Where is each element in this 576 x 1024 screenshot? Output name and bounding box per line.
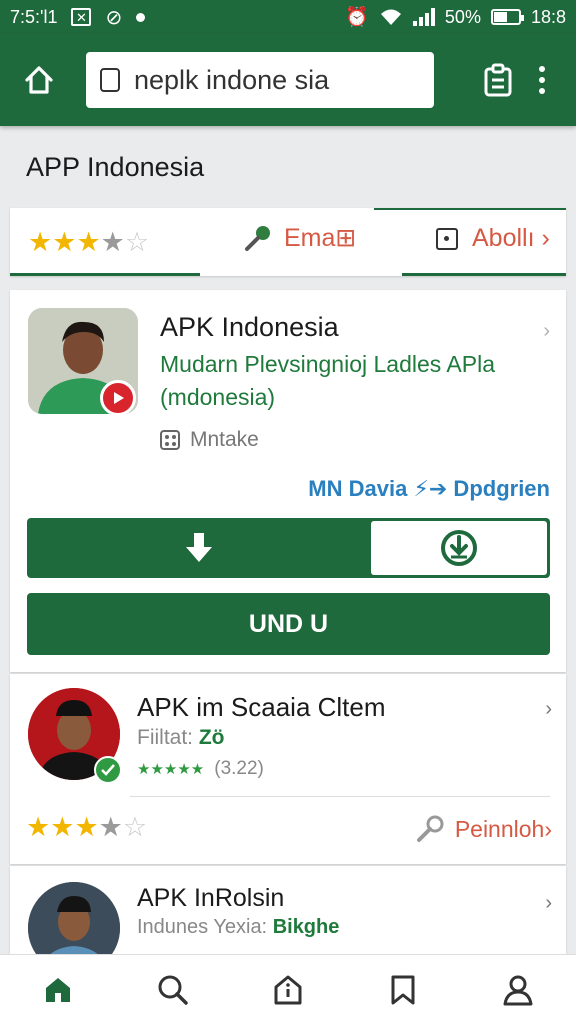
clipboard-icon: [484, 63, 512, 97]
home-button[interactable]: [14, 55, 64, 105]
search-square-icon: [100, 68, 120, 92]
bookmark-icon: [391, 975, 415, 1004]
app-meta-label: Mntake: [190, 428, 259, 451]
rating-stars[interactable]: ★ ★ ★ ★ ☆: [26, 814, 147, 841]
app-bar: [0, 34, 576, 126]
download-circle-icon: [441, 530, 477, 566]
rating-count: (3.22): [214, 758, 264, 779]
alarm-icon: ⏰: [345, 7, 369, 28]
dice-icon: [160, 430, 180, 450]
mini-stars-icon: ★★★★★: [137, 761, 205, 778]
square-dot-icon: [436, 227, 458, 250]
filter-row: ★ ★ ★ ★ ☆ Ema⊞ Abollı ›: [10, 208, 566, 276]
app-subtitle-label: Indunes Yexia:: [137, 916, 268, 938]
search-bar[interactable]: [86, 52, 434, 108]
email-filter[interactable]: Ema⊞: [242, 222, 356, 254]
chevron-right-icon[interactable]: ›: [545, 698, 552, 721]
nav-search[interactable]: [143, 960, 203, 1020]
app-subtitle-label: Fiiltat:: [137, 726, 194, 749]
star-icon: ★: [74, 812, 99, 842]
primary-action-button[interactable]: UND U: [27, 593, 550, 655]
rating-filter[interactable]: ★ ★ ★ ★ ☆: [28, 226, 150, 257]
home-icon: [25, 66, 53, 94]
star-empty-icon: ☆: [122, 812, 148, 842]
status-bar: 7:5:'l1 ✕ ⊘ ⏰ 50% 18:8: [0, 0, 576, 34]
about-filter-label: Abollı ›: [472, 224, 550, 252]
app-card-featured[interactable]: APK Indonesia › Mudarn Plevsingnioj Ladl…: [10, 290, 566, 672]
app-card[interactable]: APK InRolsin › Indunes Yexia: Bikghe: [10, 866, 566, 954]
app-meta: Mntake: [160, 428, 259, 452]
app-title: APK InRolsin: [137, 884, 285, 912]
app-rating: ★★★★★ (3.22): [137, 758, 264, 780]
no-signal-icon: ⊘: [105, 6, 123, 29]
app-title: APK im Scaaia Cltem: [137, 692, 386, 722]
nav-home[interactable]: [28, 960, 88, 1020]
nav-profile[interactable]: [488, 960, 548, 1020]
search-icon: [158, 975, 188, 1005]
microphone-icon: [245, 226, 270, 251]
star-icon: ★: [26, 812, 51, 842]
app-card[interactable]: APK im Scaaia Cltem › Fiiltat: Zö ★★★★★ …: [10, 674, 566, 864]
app-subtitle: Indunes Yexia: Bikghe: [137, 916, 339, 939]
profile-icon: [503, 975, 533, 1005]
nav-house-info[interactable]: [258, 960, 318, 1020]
email-filter-label: Ema⊞: [284, 224, 357, 252]
app-subtitle-value: Zö: [198, 726, 225, 749]
app-description: Mudarn Plevsingnioj Ladles APla (mdonesi…: [160, 351, 495, 410]
search-input[interactable]: [134, 64, 420, 96]
download-button[interactable]: [27, 518, 371, 578]
download-row: [27, 518, 550, 578]
more-vert-icon[interactable]: [522, 55, 562, 105]
bottom-nav: [0, 954, 576, 1024]
pin-link-label: Peinnloh›: [454, 815, 552, 842]
home-icon: [45, 977, 70, 1002]
star-empty-icon: ☆: [124, 226, 150, 257]
play-icon: [100, 380, 136, 416]
install-button[interactable]: [371, 521, 547, 575]
app-title: APK Indonesia: [160, 312, 339, 342]
pin-link[interactable]: Peinnloh›: [415, 814, 552, 844]
divider: [130, 796, 550, 797]
battery-percent: 50%: [444, 6, 481, 27]
battery-icon: [490, 9, 524, 25]
app-avatar: [28, 882, 120, 954]
dot-icon: [136, 12, 146, 22]
star-icon: ★: [76, 226, 101, 257]
developer-link[interactable]: MN Davia ⚡➔ Dpdgrien: [308, 476, 550, 502]
app-subtitle-value: Bikghe: [272, 916, 340, 938]
download-arrow-icon: [186, 533, 212, 562]
about-filter[interactable]: Abollı ›: [436, 224, 550, 253]
wifi-icon: [380, 9, 401, 25]
chevron-right-icon[interactable]: ›: [543, 320, 550, 343]
chevron-right-icon[interactable]: ›: [545, 892, 552, 915]
status-time: 7:5:'l1: [10, 6, 58, 27]
app-subtitle: Fiiltat: Zö: [137, 726, 225, 750]
verified-check-icon: [94, 756, 122, 784]
page-title: APP Indonesia: [26, 152, 205, 182]
house-info-icon: [274, 975, 302, 1004]
star-half-icon: ★: [98, 812, 123, 842]
clipboard-button[interactable]: [474, 55, 522, 105]
star-half-icon: ★: [100, 226, 125, 257]
star-icon: ★: [52, 226, 77, 257]
nav-bookmarks[interactable]: [373, 960, 433, 1020]
status-clock-right: 18:8: [530, 6, 566, 27]
cell-signal-icon: [412, 8, 435, 26]
star-icon: ★: [28, 226, 53, 257]
star-icon: ★: [50, 812, 75, 842]
pin-icon: [416, 815, 444, 842]
mail-x-icon: ✕: [71, 8, 92, 26]
